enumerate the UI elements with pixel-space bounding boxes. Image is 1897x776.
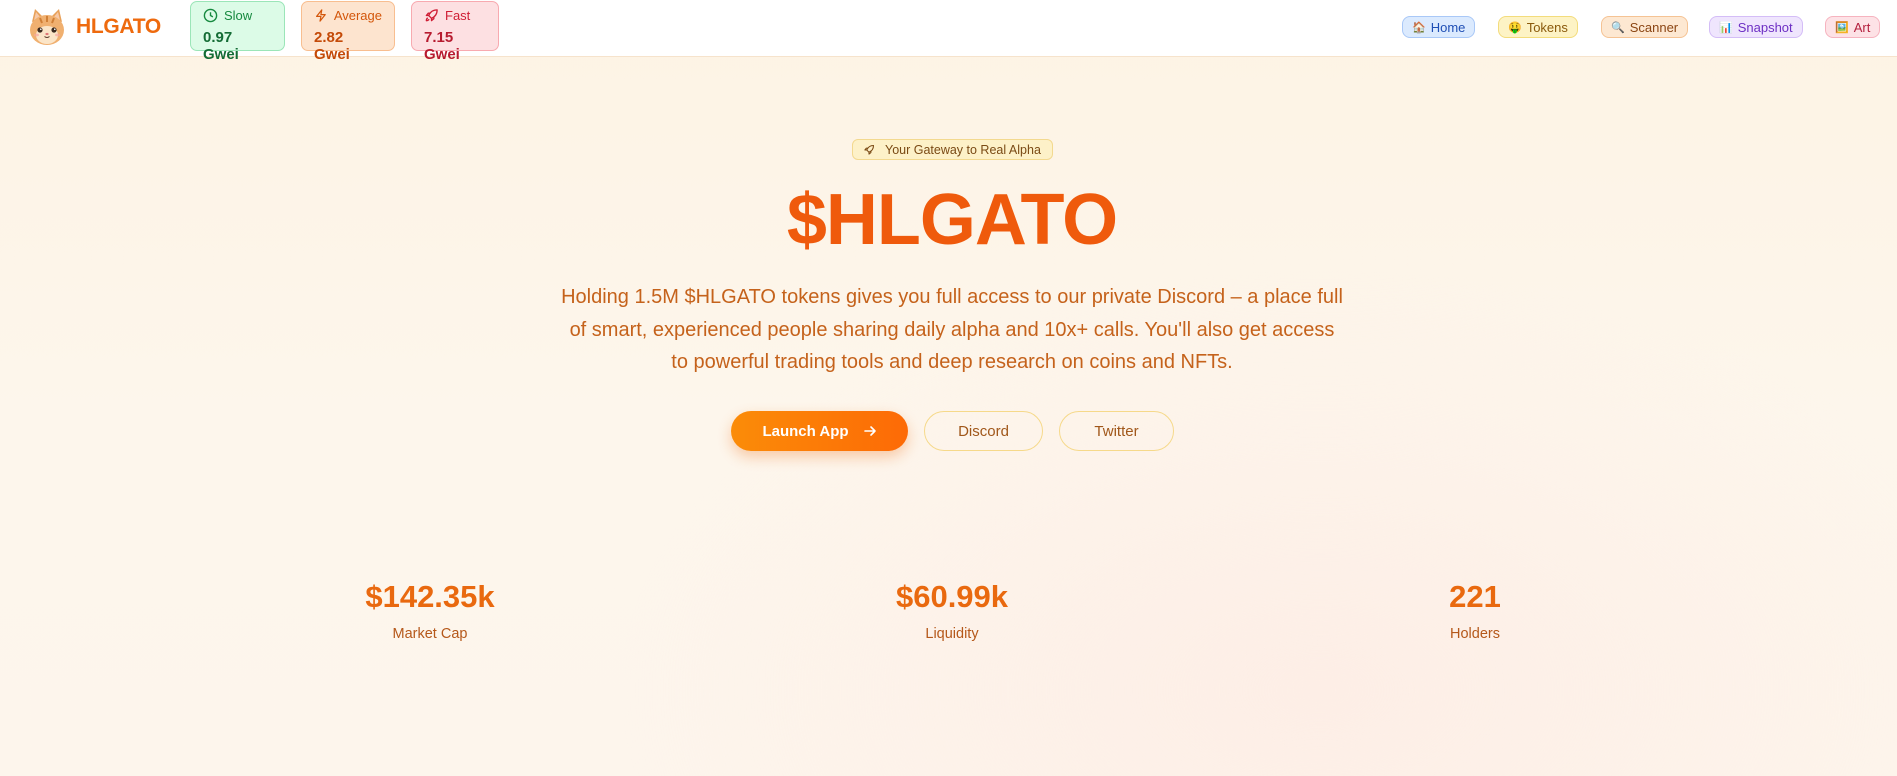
stat-label: Market Cap bbox=[392, 626, 468, 642]
stat-holders: 221 Holders bbox=[1345, 576, 1605, 642]
nav-tokens-label: Tokens bbox=[1526, 19, 1568, 35]
launch-app-label: Launch App bbox=[762, 422, 849, 440]
arrow-right-icon bbox=[863, 426, 876, 436]
nav-art-link[interactable]: 🖼️ Art bbox=[1825, 16, 1881, 38]
nav-home-label: Home bbox=[1430, 19, 1466, 35]
gas-slow-card: Slow 0.97 Gwei bbox=[190, 1, 285, 63]
magnifier-icon: 🔍 bbox=[1611, 21, 1625, 34]
gas-average-label: Average bbox=[333, 8, 382, 23]
nav-snapshot-link[interactable]: 📊 Snapshot bbox=[1709, 16, 1803, 38]
nav-scanner-label: Scanner bbox=[1629, 19, 1679, 35]
gas-average-card: Average 2.82 Gwei bbox=[301, 1, 395, 63]
brand-logo[interactable]: HLGATO bbox=[26, 6, 161, 48]
discord-button[interactable]: Discord bbox=[924, 411, 1043, 451]
nav-snapshot-label: Snapshot bbox=[1737, 19, 1793, 35]
gas-fast-card: Fast 7.15 Gwei bbox=[411, 1, 499, 63]
tagline-text: Your Gateway to Real Alpha bbox=[885, 142, 1041, 157]
money-face-icon: 🤑 bbox=[1508, 21, 1522, 34]
gas-slow-label: Slow bbox=[224, 8, 253, 23]
rocket-icon bbox=[425, 9, 438, 22]
top-header: HLGATO Slow 0.97 Gwei Average 2.82 Gwei bbox=[0, 0, 1897, 63]
gas-slow-value: 0.97 Gwei bbox=[203, 29, 239, 63]
lightning-icon bbox=[315, 9, 326, 22]
nav-art-label: Art bbox=[1853, 19, 1871, 35]
house-icon: 🏠 bbox=[1412, 21, 1426, 34]
stat-label: Liquidity bbox=[925, 626, 979, 642]
nav-home-link[interactable]: 🏠 Home bbox=[1402, 16, 1476, 38]
stat-value: $60.99k bbox=[895, 579, 1009, 614]
stat-value: $142.35k bbox=[365, 579, 495, 614]
nav-scanner-link[interactable]: 🔍 Scanner bbox=[1601, 16, 1689, 38]
stat-liquidity: $60.99k Liquidity bbox=[822, 576, 1082, 642]
stat-value: 221 bbox=[1449, 579, 1501, 614]
gas-average-value: 2.82 Gwei bbox=[314, 29, 350, 63]
tagline-badge: Your Gateway to Real Alpha bbox=[852, 139, 1053, 160]
twitter-button[interactable]: Twitter bbox=[1059, 411, 1174, 451]
clock-icon bbox=[203, 8, 218, 23]
nav-tokens-link[interactable]: 🤑 Tokens bbox=[1498, 16, 1578, 38]
framed-picture-icon: 🖼️ bbox=[1835, 21, 1849, 34]
gas-fast-value: 7.15 Gwei bbox=[424, 29, 460, 63]
hero-title: $HLGATO bbox=[786, 180, 1118, 260]
launch-app-button[interactable]: Launch App bbox=[731, 411, 908, 451]
stat-label: Holders bbox=[1450, 626, 1500, 642]
bar-chart-icon: 📊 bbox=[1719, 21, 1733, 34]
stat-market-cap: $142.35k Market Cap bbox=[300, 576, 560, 642]
brand-name: HLGATO bbox=[76, 15, 161, 38]
gas-fast-label: Fast bbox=[445, 8, 471, 23]
hero-description: Holding 1.5M $HLGATO tokens gives you fu… bbox=[561, 286, 1343, 373]
cat-logo-icon bbox=[30, 9, 64, 45]
rocket-icon bbox=[864, 144, 875, 155]
